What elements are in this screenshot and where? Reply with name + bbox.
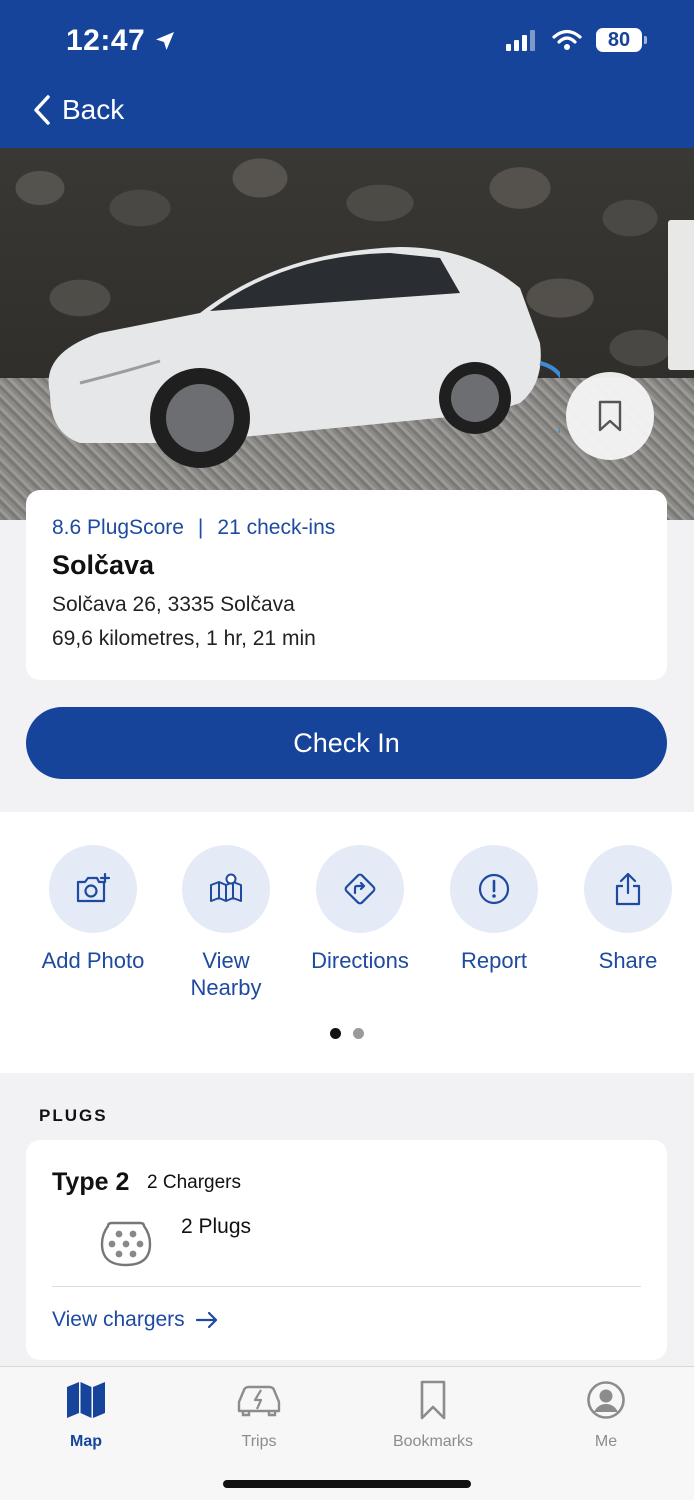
home-indicator[interactable] — [223, 1480, 471, 1488]
plug-count: 2 Plugs — [181, 1215, 252, 1238]
station-photo[interactable] — [0, 148, 694, 520]
check-in-label: Check In — [293, 727, 400, 758]
chevron-left-icon — [34, 95, 50, 125]
station-meta: 8.6 PlugScore | 21 check-ins — [52, 516, 641, 540]
page-dot-2[interactable] — [353, 1028, 364, 1039]
station-distance: 69,6 kilometres, 1 hr, 21 min — [52, 627, 316, 650]
add-photo-button[interactable]: Add Photo — [28, 845, 158, 974]
bookmark-button[interactable] — [566, 372, 654, 460]
photo-car — [48, 247, 560, 468]
camera-plus-icon — [76, 873, 111, 903]
tab-me[interactable]: Me — [546, 1379, 666, 1451]
photo-charger-post — [668, 220, 694, 370]
back-button[interactable]: Back — [32, 94, 124, 126]
view-nearby-button[interactable]: View Nearby — [161, 845, 291, 1001]
add-photo-label: Add Photo — [41, 948, 145, 973]
tab-map-label: Map — [70, 1433, 102, 1450]
station-address: Solčava 26, 3335 Solčava — [52, 593, 295, 616]
map-pin-icon — [210, 873, 242, 902]
check-in-button[interactable]: Check In — [26, 707, 667, 779]
bookmark-icon — [420, 1380, 446, 1420]
profile-icon — [587, 1381, 625, 1419]
directions-icon — [344, 873, 376, 905]
share-label: Share — [598, 948, 658, 973]
view-chargers-link[interactable]: View chargers — [52, 1308, 219, 1332]
report-button[interactable]: Report — [429, 845, 559, 974]
share-circle — [584, 845, 672, 933]
cellular-signal-icon — [506, 30, 535, 51]
share-button[interactable]: Share — [563, 845, 693, 974]
wifi-icon — [552, 29, 582, 50]
map-icon — [67, 1382, 105, 1418]
report-label: Report — [460, 948, 528, 973]
alert-circle-icon — [478, 873, 510, 905]
directions-label: Directions — [311, 948, 409, 973]
quick-actions: Add Photo View Nearby Directions Report … — [0, 812, 694, 1073]
plugs-heading: PLUGS — [39, 1106, 108, 1125]
checkins-text[interactable]: 21 check-ins — [217, 516, 335, 540]
meta-separator: | — [197, 516, 204, 539]
plugs-card: Type 2 2 Chargers 2 Plugs View chargers — [26, 1140, 667, 1360]
plug-divider — [52, 1286, 641, 1287]
tab-bookmarks[interactable]: Bookmarks — [373, 1379, 493, 1451]
location-arrow-icon — [156, 32, 175, 50]
plug-type: Type 2 — [52, 1168, 130, 1196]
view-nearby-label: View Nearby — [190, 948, 262, 1000]
add-photo-circle — [49, 845, 137, 933]
view-chargers-label: View chargers — [52, 1308, 185, 1331]
battery-level: 80 — [607, 28, 631, 51]
top-header: 12:47 80 Back — [0, 0, 694, 148]
page-dot-1[interactable] — [330, 1028, 341, 1039]
share-icon — [615, 872, 641, 906]
battery-indicator: 80 — [596, 28, 647, 52]
back-label: Back — [62, 94, 125, 125]
report-circle — [450, 845, 538, 933]
bookmark-outline-icon — [598, 400, 622, 432]
arrow-right-icon — [195, 1311, 217, 1329]
tab-bookmarks-label: Bookmarks — [392, 1433, 474, 1450]
tab-trips[interactable]: Trips — [199, 1379, 319, 1451]
car-charge-icon — [237, 1385, 281, 1417]
tab-trips-label: Trips — [241, 1433, 277, 1450]
view-nearby-circle — [182, 845, 270, 933]
directions-button[interactable]: Directions — [295, 845, 425, 974]
status-time: 12:47 — [66, 24, 177, 58]
type2-plug-icon — [100, 1221, 152, 1267]
plugscore-text[interactable]: 8.6 PlugScore — [52, 516, 184, 540]
tab-me-label: Me — [594, 1433, 618, 1450]
clock-text: 12:47 — [66, 24, 146, 57]
directions-circle — [316, 845, 404, 933]
station-name: Solčava — [52, 550, 155, 580]
page-indicator[interactable] — [0, 1028, 694, 1039]
station-info-card: 8.6 PlugScore | 21 check-ins Solčava Sol… — [26, 490, 667, 680]
tab-map[interactable]: Map — [26, 1379, 146, 1451]
status-indicators: 80 — [506, 28, 647, 52]
plug-chargers-count: 2 Chargers — [147, 1172, 241, 1193]
